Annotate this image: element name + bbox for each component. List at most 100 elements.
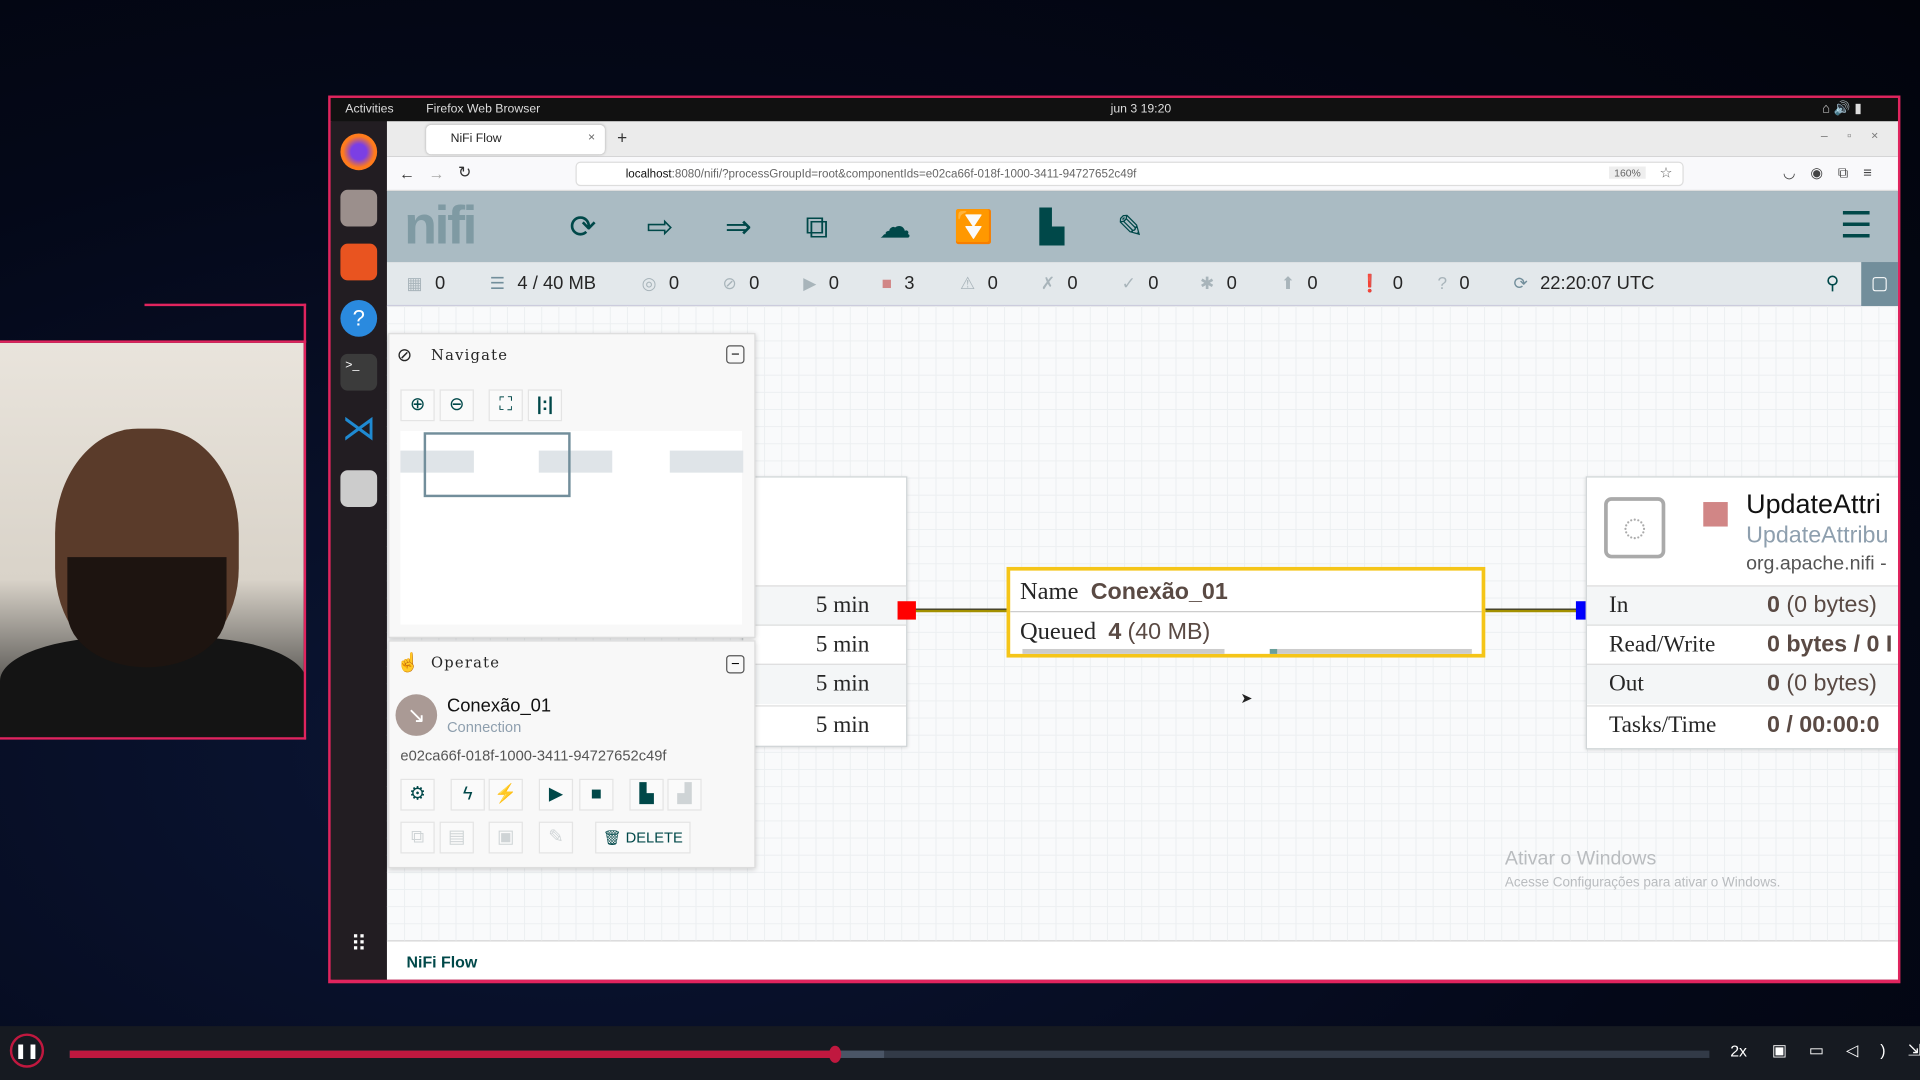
search-icon[interactable]: ⚲	[1826, 272, 1839, 294]
cluster-icon: ▦	[406, 273, 423, 293]
processor-bundle: org.apache.nifi -	[1746, 553, 1887, 575]
video-extra-controls[interactable]: ▣▭◁)⇲	[1772, 1041, 1920, 1061]
firefox-icon[interactable]	[340, 133, 378, 171]
stop-button[interactable]: ■	[579, 778, 614, 811]
viewport-brush[interactable]	[423, 432, 571, 498]
delete-button[interactable]: 🗑 DELETE	[595, 821, 691, 854]
clock[interactable]: jun 3 19:20	[1111, 103, 1172, 116]
status-item: ? 0	[1438, 273, 1470, 294]
active-app-label[interactable]: Firefox Web Browser	[426, 103, 540, 116]
global-menu-icon[interactable]: ☰	[1834, 206, 1878, 248]
update-attribute-processor-node[interactable]: ◌ UpdateAttri UpdateAttribu org.apache.n…	[1585, 476, 1898, 750]
trash-icon[interactable]	[340, 470, 378, 507]
invalid-icon: ⚠	[960, 273, 976, 293]
close-tab-icon[interactable]: ×	[588, 131, 595, 144]
vscode-icon[interactable]: ⋊	[340, 410, 377, 447]
stat-label: Out	[1608, 671, 1644, 697]
pause-button[interactable]: ❚❚	[9, 1033, 45, 1068]
collapse-navigate-button[interactable]: −	[726, 345, 745, 364]
delete-label: DELETE	[625, 828, 683, 847]
terminal-icon[interactable]: >_	[340, 353, 378, 391]
configure-button[interactable]: ⚙	[400, 778, 435, 811]
status-value: 0	[987, 273, 998, 294]
connection-type-icon: ↘	[395, 694, 438, 736]
status-value: 0	[828, 273, 839, 294]
actual-size-button[interactable]: |:|	[527, 389, 563, 422]
files-icon[interactable]	[340, 189, 378, 227]
playback-speed-button[interactable]: 2x	[1730, 1042, 1747, 1060]
windows-activation-watermark: Ativar o Windows Acesse Configurações pa…	[1505, 849, 1781, 891]
zoom-out-button[interactable]: ⊖	[439, 389, 474, 422]
transmitting-icon: ◎	[641, 273, 657, 293]
browser-toolbar-icons[interactable]: ◡◉⧉≡	[1783, 164, 1886, 182]
operate-panel: ☝ Operate − ↘ Conexão_01 Connection e02c…	[388, 640, 756, 869]
activities-button[interactable]: Activities	[345, 103, 393, 116]
template-tool-icon[interactable]: ▙	[1030, 206, 1074, 248]
connection-label[interactable]: Name Conexão_01 Queued 4 (40 MB)	[1006, 566, 1486, 658]
system-tray-icons[interactable]: ⌂ 🔊 ▮	[1822, 100, 1862, 117]
group-button[interactable]: ▣	[488, 821, 523, 854]
output-port-tool-icon[interactable]: ⇒	[716, 206, 760, 248]
start-button[interactable]: ▶	[538, 778, 574, 811]
status-value: 0	[1307, 273, 1318, 294]
browser-tab[interactable]: NiFi Flow ×	[426, 124, 605, 155]
collapse-operate-button[interactable]: −	[726, 655, 745, 674]
seek-handle[interactable]	[829, 1045, 842, 1063]
fit-screen-button[interactable]: ⛶	[488, 389, 523, 422]
stopped-icon: ■	[881, 273, 893, 293]
queued-count: 4	[1108, 619, 1122, 646]
stale-icon: ⬆	[1280, 273, 1296, 293]
ubuntu-top-bar: Activities Firefox Web Browser jun 3 19:…	[330, 97, 1898, 122]
help-icon[interactable]: ?	[340, 300, 378, 337]
status-value: 0	[1226, 273, 1237, 294]
selected-component-type: Connection	[446, 718, 522, 736]
input-port-tool-icon[interactable]: ⇨	[638, 206, 682, 248]
video-seek-bar[interactable]	[69, 1045, 1710, 1063]
url-bar[interactable]: localhost:8080/nifi/?processGroupId=root…	[575, 161, 1684, 187]
disable-button[interactable]: ⚡	[488, 778, 523, 811]
stat-value: 0 / 00:00:0	[1766, 712, 1880, 739]
watermark-subtitle: Acesse Configurações para ativar o Windo…	[1504, 875, 1781, 891]
stat-value: 5 min	[815, 592, 870, 619]
new-tab-button[interactable]: +	[617, 127, 627, 147]
bookmark-star-icon[interactable]: ☆	[1659, 164, 1672, 181]
remote-process-group-tool-icon[interactable]: ☁	[873, 206, 917, 248]
nifi-logo: nifi	[404, 195, 477, 256]
status-value: 0	[1067, 273, 1078, 294]
birdseye-view[interactable]	[400, 431, 744, 625]
process-group-tool-icon[interactable]: ⧉	[795, 206, 839, 248]
paste-button[interactable]: ▤	[439, 821, 474, 854]
color-button[interactable]: ✎	[538, 821, 574, 854]
selected-component-id: e02ca66f-018f-1000-3411-94727652c49f	[400, 746, 667, 765]
source-processor-node[interactable]: 5 min 5 min 5 min 5 min	[742, 476, 908, 747]
breadcrumb-root[interactable]: NiFi Flow	[407, 953, 478, 971]
funnel-tool-icon[interactable]: ⏬	[951, 206, 995, 248]
webcam-person-beard	[67, 557, 227, 668]
upload-template-button[interactable]: ▟	[667, 778, 702, 811]
status-item: ▦ 0	[407, 273, 446, 294]
refresh-icon[interactable]: ⟳	[1513, 273, 1527, 293]
webcam-frame-decoration	[144, 303, 307, 343]
reload-button[interactable]: ↻	[458, 163, 471, 183]
running-icon: ▶	[803, 273, 817, 293]
app-grid-icon[interactable]: ⠿	[340, 932, 377, 969]
stat-value: 0 bytes / 0 I	[1766, 631, 1893, 658]
window-controls[interactable]: –▫×	[1821, 130, 1898, 143]
create-template-button[interactable]: ▙	[629, 778, 664, 811]
connection-source-anchor[interactable]	[897, 601, 916, 620]
hand-pointer-icon: ☝	[396, 652, 420, 674]
software-icon[interactable]	[340, 243, 378, 281]
forward-button[interactable]: →	[429, 164, 445, 182]
stat-value: 5 min	[815, 631, 870, 658]
label-tool-icon[interactable]: ✎	[1108, 206, 1152, 248]
status-value: 3	[904, 273, 915, 294]
copy-button[interactable]: ⧉	[400, 821, 435, 854]
processor-tool-icon[interactable]: ⟳	[561, 206, 605, 248]
zoom-in-button[interactable]: ⊕	[400, 389, 435, 422]
bulletin-board-icon[interactable]: ▢	[1861, 262, 1898, 307]
enable-button[interactable]: ϟ	[450, 778, 485, 811]
queue-icon: ☰	[489, 273, 506, 293]
zoom-level[interactable]: 160%	[1609, 166, 1646, 179]
back-button[interactable]: ←	[399, 164, 415, 182]
stat-detail: (0 bytes)	[1786, 671, 1877, 697]
